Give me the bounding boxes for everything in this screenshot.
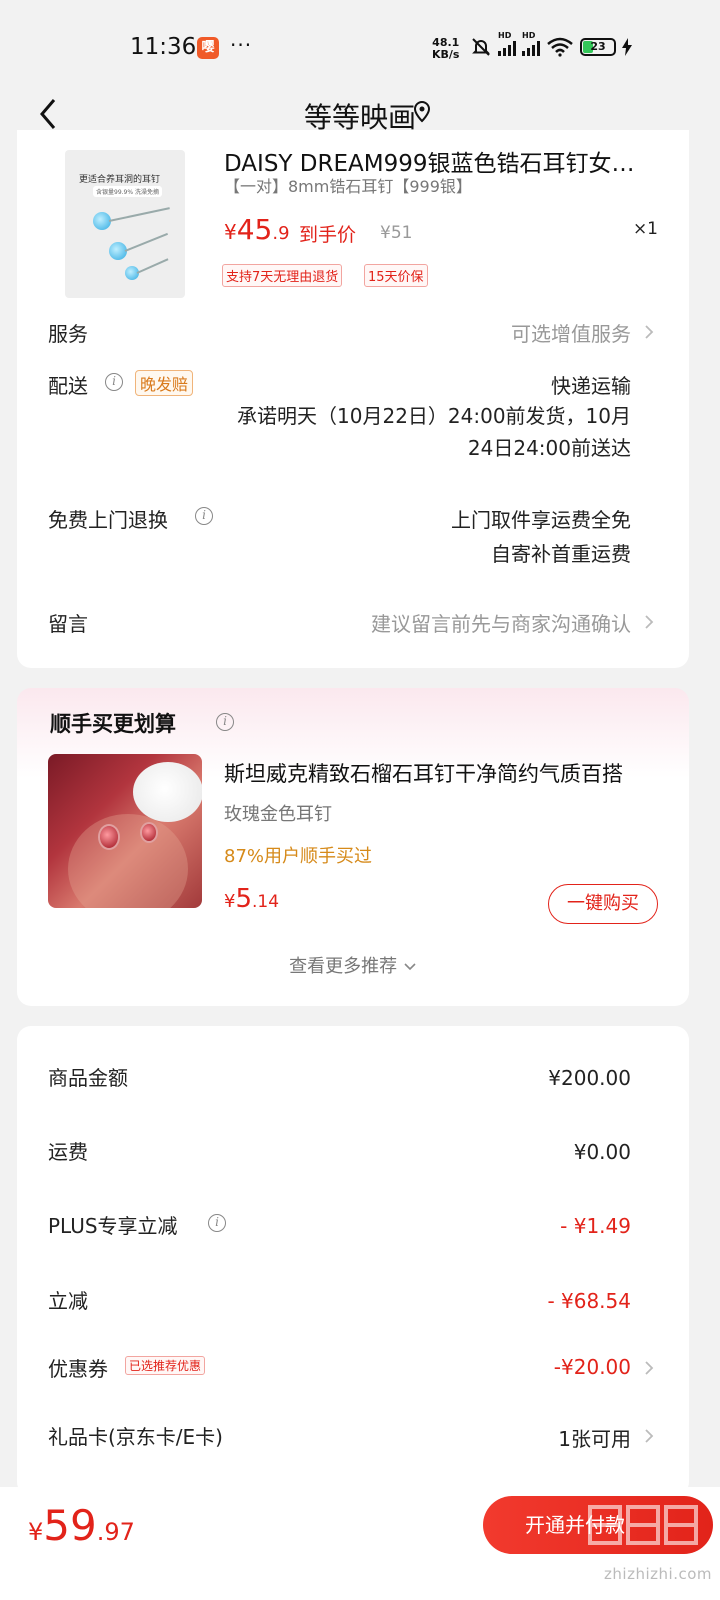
product-quantity: ×1 [632, 219, 658, 239]
original-price: ¥51 [380, 223, 413, 243]
coupon-value[interactable]: -¥20.00 [554, 1355, 631, 1379]
delivery-promise-line2: 24日24:00前送达 [467, 436, 631, 460]
signal-icon-1: HD [498, 31, 516, 56]
more-recommendations-label: 查看更多推荐 [289, 956, 398, 977]
charging-icon [622, 38, 632, 56]
network-speed-unit: KB/s [432, 48, 460, 61]
late-compensation-tag: 晚发赔 [135, 370, 194, 396]
app-notification-icon: 嘤 [197, 37, 219, 59]
shipping-fee-value: ¥0.00 [573, 1140, 631, 1164]
total-price: ¥59.97 [28, 1501, 135, 1550]
delivery-label: 配送 [48, 374, 88, 398]
goods-amount-label: 商品金额 [48, 1066, 128, 1090]
instant-discount-value: - ¥68.54 [547, 1289, 631, 1313]
price-label: 到手价 [299, 224, 357, 246]
free-return-value-1: 上门取件享运费全免 [451, 508, 631, 532]
mute-bell-icon [472, 38, 490, 56]
plus-discount-label: PLUS专享立减 [48, 1214, 178, 1238]
more-notifications-icon: ··· [230, 33, 253, 57]
status-bar: 11:36 嘤 ··· 48.1 KB/s HD HD 23 [0, 0, 720, 80]
one-click-buy-button[interactable]: 一键购买 [548, 884, 658, 924]
watermark-logo-icon [588, 1505, 698, 1545]
shipping-fee-label: 运费 [48, 1140, 88, 1164]
return-policy-tag: 支持7天无理由退货 [222, 264, 343, 287]
product-image[interactable]: 更适合养耳洞的耳钉 含银量99.9% 洗澡免摘 [65, 150, 185, 298]
network-speed: 48.1 KB/s [432, 37, 459, 61]
recommendation-card: 顺手买更划算 i 斯坦威克精致石榴石耳钉干净简约气质百搭 玫瑰金色耳钉 87%用… [17, 688, 689, 1006]
checkout-bar: ¥59.97 开通并付款 zhizhizhi.com [0, 1487, 720, 1600]
recommended-product-price: ¥5.14 [224, 884, 280, 914]
free-return-value-2: 自寄补首重运费 [491, 542, 631, 566]
recommendation-title: 顺手买更划算 [50, 712, 176, 736]
return-info-icon[interactable]: i [195, 507, 213, 525]
order-item-card: 更适合养耳洞的耳钉 含银量99.9% 洗澡免摘 DAISY DREAM999银蓝… [17, 130, 689, 668]
coupon-selected-tag: 已选推荐优惠 [125, 1356, 206, 1375]
product-spec: 【一对】8mm锆石耳钉【999银】 [224, 177, 472, 196]
price-summary-card: 商品金额 ¥200.00 运费 ¥0.00 PLUS专享立减 i - ¥1.49… [17, 1026, 689, 1496]
garnet-stud-icon [142, 824, 156, 841]
chevron-right-icon[interactable] [644, 324, 654, 340]
recommended-bought-rate: 87%用户顺手买过 [224, 846, 373, 867]
recommendation-info-icon[interactable]: i [216, 713, 234, 731]
free-return-label: 免费上门退换 [48, 508, 168, 532]
location-pin-icon[interactable] [412, 100, 432, 124]
product-image-subcaption: 含银量99.9% 洗澡免摘 [93, 186, 162, 197]
plus-discount-info-icon[interactable]: i [208, 1214, 226, 1232]
price-protect-tag: 15天价保 [364, 264, 428, 287]
delivery-method[interactable]: 快递运输 [551, 370, 631, 399]
product-price: ¥45.9 [224, 213, 290, 246]
delivery-info-icon[interactable]: i [105, 373, 123, 391]
coupon-label: 优惠券 [48, 1357, 108, 1381]
signal-icon-2: HD [522, 31, 540, 56]
gift-card-label: 礼品卡(京东卡/E卡) [48, 1425, 223, 1449]
instant-discount-label: 立减 [48, 1289, 88, 1313]
delivery-promise-line1: 承诺明天（10月22日）24:00前发货，10月 [237, 404, 631, 428]
recommended-product-spec: 玫瑰金色耳钉 [224, 804, 332, 825]
chevron-right-icon[interactable] [644, 1360, 654, 1376]
gift-card-value[interactable]: 1张可用 [558, 1423, 631, 1452]
wifi-icon [547, 37, 573, 57]
product-image-caption: 更适合养耳洞的耳钉 [79, 175, 161, 185]
garnet-stud-icon [100, 826, 118, 848]
watermark-url: zhizhizhi.com [604, 1565, 712, 1583]
service-value[interactable]: 可选增值服务 [511, 318, 631, 347]
battery-icon: 23 [580, 38, 616, 56]
note-input[interactable]: 建议留言前先与商家沟通确认 [371, 608, 631, 637]
chevron-right-icon[interactable] [644, 1428, 654, 1444]
battery-level: 23 [590, 40, 606, 53]
goods-amount-value: ¥200.00 [548, 1066, 631, 1090]
note-label: 留言 [48, 612, 88, 636]
more-recommendations-link[interactable]: 查看更多推荐 [17, 952, 689, 978]
chevron-down-icon [404, 963, 416, 971]
recommended-product-image[interactable] [48, 754, 202, 908]
status-icons: HD HD 23 [470, 31, 632, 58]
recommended-product-title[interactable]: 斯坦威克精致石榴石耳钉干净简约气质百搭 [224, 758, 664, 788]
service-label: 服务 [48, 322, 88, 346]
status-time: 11:36 [130, 34, 197, 60]
plus-discount-value: - ¥1.49 [560, 1214, 631, 1238]
chevron-right-icon[interactable] [644, 614, 654, 630]
